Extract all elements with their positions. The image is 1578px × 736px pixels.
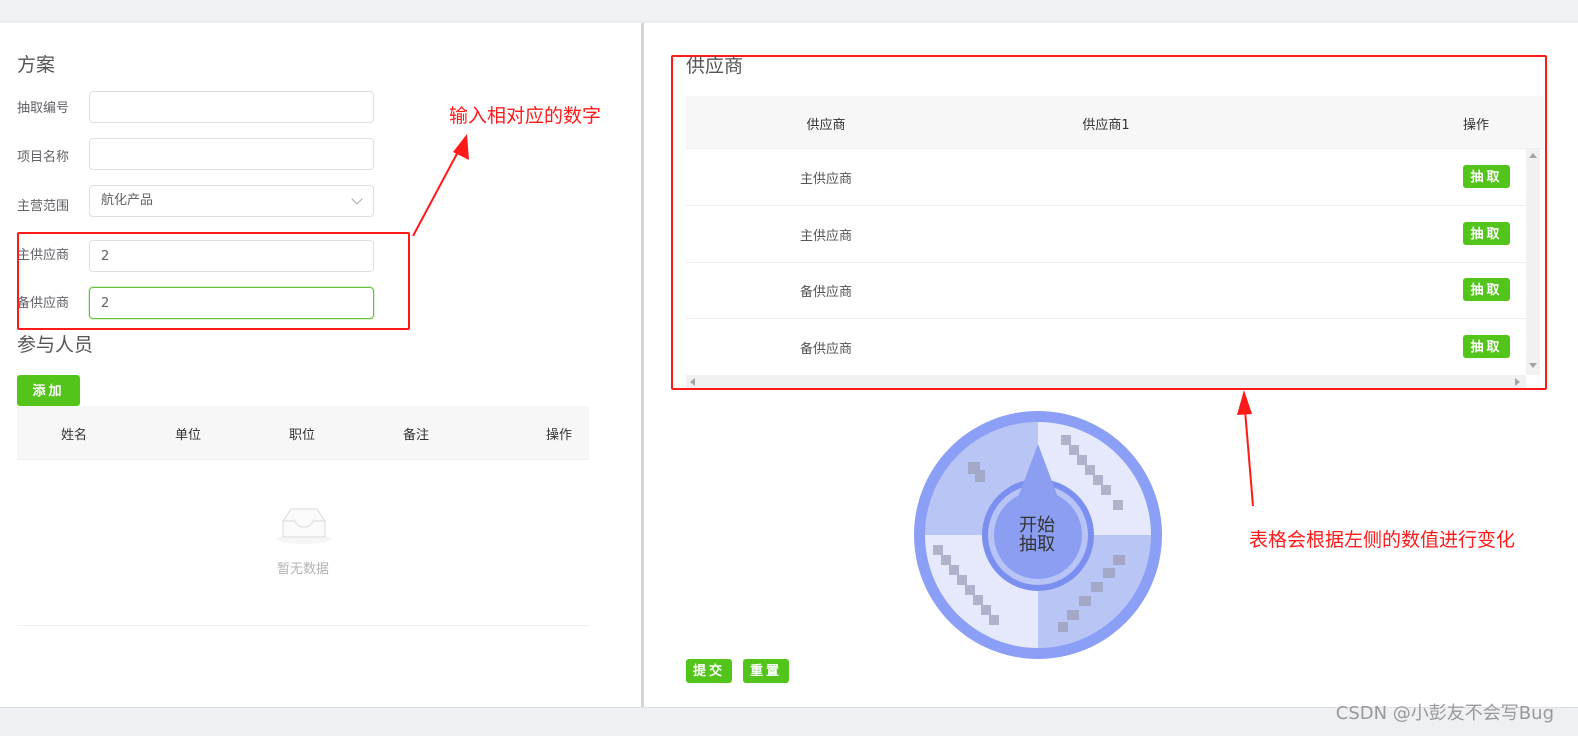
reset-button[interactable]: 重置 xyxy=(743,659,789,683)
table-row: 主供应商 抽取 xyxy=(686,206,1526,263)
watermark: CSDN @小彭友不会写Bug xyxy=(1335,703,1554,724)
submit-button[interactable]: 提交 xyxy=(686,659,732,683)
table-row: 备供应商 抽取 xyxy=(686,262,1526,319)
table-row: 主供应商 抽取 xyxy=(686,149,1526,206)
extract-button[interactable]: 抽取 xyxy=(1463,222,1510,245)
col-supplier-action: 操作 xyxy=(1462,118,1489,133)
business-scope-label: 主营范围 xyxy=(17,199,70,214)
horizontal-scrollbar[interactable] xyxy=(686,375,1526,388)
business-scope-value: 航化产品 xyxy=(101,193,154,208)
extract-number-input[interactable] xyxy=(89,91,374,123)
add-participant-button[interactable]: 添加 xyxy=(17,375,80,406)
scroll-down-icon[interactable] xyxy=(1529,363,1537,368)
col-position: 职位 xyxy=(288,428,315,443)
input-highlight-box xyxy=(17,232,410,330)
vertical-scrollbar[interactable] xyxy=(1526,149,1540,375)
row-supplier-type: 主供应商 xyxy=(799,229,852,244)
extract-button[interactable]: 抽取 xyxy=(1463,335,1510,358)
project-name-label: 项目名称 xyxy=(17,150,70,165)
scroll-up-icon[interactable] xyxy=(1529,153,1537,158)
table-row: 备供应商 抽取 xyxy=(686,319,1526,376)
project-name-input[interactable] xyxy=(89,138,374,170)
start-draw-button[interactable]: 开始 抽取 xyxy=(1005,516,1069,554)
scroll-right-icon[interactable] xyxy=(1515,378,1520,386)
col-remark: 备注 xyxy=(402,428,429,443)
supplier-table-header: 供应商 供应商1 操作 xyxy=(686,96,1544,149)
table-annotation: 表格会根据左侧的数值进行变化 xyxy=(1249,529,1516,551)
plan-title: 方案 xyxy=(17,54,56,76)
empty-text: 暂无数据 xyxy=(276,562,329,577)
supplier-title: 供应商 xyxy=(686,55,744,77)
col-name: 姓名 xyxy=(60,428,87,443)
extract-button[interactable]: 抽取 xyxy=(1463,278,1510,301)
input-annotation: 输入相对应的数字 xyxy=(449,105,602,127)
row-supplier-type: 备供应商 xyxy=(799,342,852,357)
participants-table-header: 姓名 单位 职位 备注 操作 xyxy=(17,406,589,460)
start-draw-line1: 开始 xyxy=(1019,515,1055,536)
col-action: 操作 xyxy=(545,428,572,443)
chevron-down-icon xyxy=(351,193,363,205)
row-supplier-type: 主供应商 xyxy=(799,172,852,187)
business-scope-select[interactable]: 航化产品 xyxy=(89,185,374,217)
arrow-icon xyxy=(412,134,469,237)
participants-table-bottom xyxy=(17,625,589,626)
col-supplier: 供应商 xyxy=(806,118,846,133)
row-supplier-type: 备供应商 xyxy=(799,285,852,300)
arrow-icon xyxy=(1237,390,1254,507)
extract-number-label: 抽取编号 xyxy=(17,101,70,116)
participants-title: 参与人员 xyxy=(17,334,94,356)
empty-box-icon xyxy=(277,508,331,544)
top-strip xyxy=(0,0,1578,22)
start-draw-line2: 抽取 xyxy=(1019,534,1055,555)
col-supplier1: 供应商1 xyxy=(1082,118,1130,133)
extract-button[interactable]: 抽取 xyxy=(1463,165,1510,188)
col-unit: 单位 xyxy=(174,428,201,443)
scroll-left-icon[interactable] xyxy=(690,378,695,386)
